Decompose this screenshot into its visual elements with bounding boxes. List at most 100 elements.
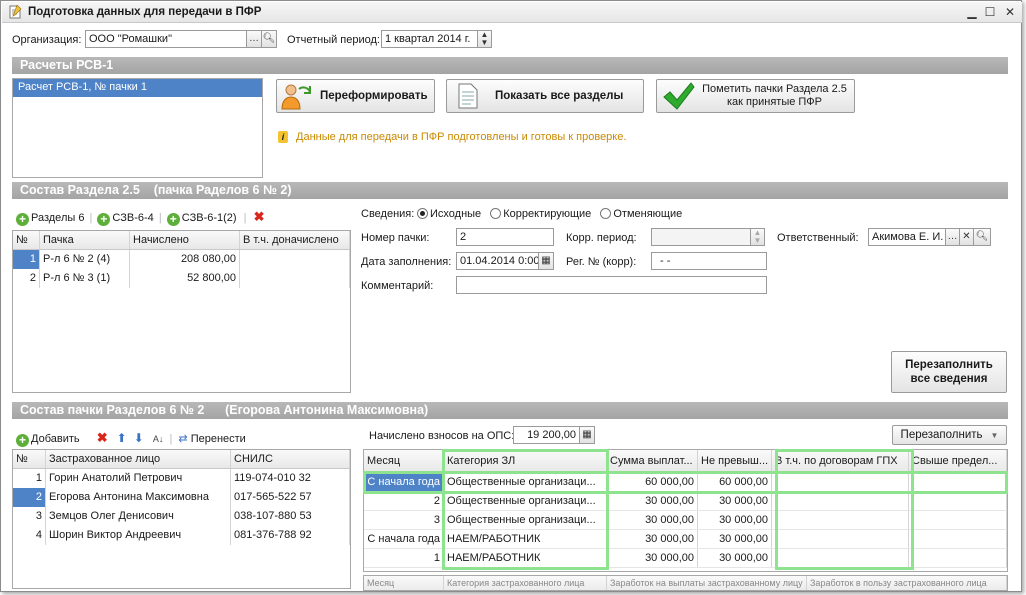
mark-accepted-button[interactable]: Пометить пачки Раздела 2.5 как принятые … <box>656 79 855 113</box>
radio-correcting[interactable]: Корректирующие <box>490 208 591 220</box>
person-row[interactable]: 4 Шорин Виктор Андреевич 081-376-788 92 <box>13 526 350 545</box>
comment-field[interactable] <box>456 276 767 294</box>
col-over[interactable]: Свыше предел... <box>909 450 1007 472</box>
szv612-button[interactable]: + СЗВ-6-1(2) <box>166 212 237 226</box>
refill-all-line2: все сведения <box>910 373 988 385</box>
person-name: Шорин Виктор Андреевич <box>46 526 231 545</box>
responsible-field[interactable]: Акимова Е. И. <box>868 228 946 246</box>
detail-nonexceeding: 30 000,00 <box>698 549 772 567</box>
add-icon: + <box>16 213 29 226</box>
date-label: Дата заполнения: <box>361 256 452 268</box>
delete-icon[interactable]: ✖ <box>254 209 265 224</box>
pack-number-label: Номер пачки: <box>361 232 430 244</box>
add-person-button[interactable]: + Добавить <box>16 433 80 447</box>
org-field[interactable]: ООО "Ромашки" <box>85 30 247 48</box>
reg-field[interactable]: - - <box>651 252 767 270</box>
transfer-button[interactable]: ⇄ Перенести <box>178 433 245 445</box>
pack-row-num: 2 <box>13 269 40 288</box>
sort-icon[interactable]: A↓ <box>153 434 164 444</box>
korr-period-field[interactable] <box>651 228 751 246</box>
pack-row-extra <box>240 250 350 269</box>
person-num: 1 <box>13 469 46 488</box>
person-num: 2 <box>13 488 46 507</box>
person-row[interactable]: 3 Земцов Олег Денисович 038-107-880 53 <box>13 507 350 526</box>
szv64-button[interactable]: + СЗВ-6-4 <box>97 212 154 226</box>
person-name: Горин Анатолий Петрович <box>46 469 231 488</box>
col-snils[interactable]: СНИЛС <box>231 450 350 468</box>
col-amount[interactable]: Начислено <box>130 231 240 249</box>
ops-calculator-icon[interactable]: ▦ <box>579 426 595 444</box>
mark-accepted-text: Пометить пачки Раздела 2.5 как принятые … <box>695 83 854 109</box>
packs-table[interactable]: № Пачка Начислено В т.ч. доначислено 1 Р… <box>12 230 351 393</box>
move-up-icon[interactable]: ⬆ <box>117 431 127 445</box>
bottom-col-earn1: Заработок на выплаты застрахованному лиц… <box>607 576 807 590</box>
sections6-label: Разделы 6 <box>31 212 85 224</box>
detail-nonexceeding: 30 000,00 <box>698 511 772 529</box>
date-field[interactable]: 01.04.2014 0:00 <box>456 252 539 270</box>
refill-all-button[interactable]: Перезаполнить все сведения <box>891 351 1007 393</box>
detail-sum: 30 000,00 <box>607 492 698 510</box>
col-month[interactable]: Месяц <box>364 450 444 472</box>
rsv-list[interactable]: Расчет РСВ-1, № пачки 1 <box>12 78 263 178</box>
ops-field[interactable]: 19 200,00 <box>513 426 580 444</box>
pack-row[interactable]: 2 Р-л 6 № 3 (1) 52 800,00 <box>13 269 350 288</box>
main-window: Подготовка данных для передачи в ПФР ▁ ☐… <box>0 0 1022 592</box>
responsible-open-icon[interactable]: 🔍︎ <box>973 228 991 246</box>
org-select-button[interactable]: … <box>246 30 262 48</box>
col-pack[interactable]: Пачка <box>40 231 130 249</box>
delete-person-icon[interactable]: ✖ <box>97 430 108 445</box>
col-extra[interactable]: В т.ч. доначислено <box>240 231 350 249</box>
comment-label: Комментарий: <box>361 280 434 292</box>
person-row[interactable]: 1 Горин Анатолий Петрович 119-074-010 32 <box>13 469 350 488</box>
close-icon[interactable]: ✕ <box>1002 5 1018 20</box>
org-label: Организация: <box>12 34 82 46</box>
radio-cancelling[interactable]: Отменяющие <box>600 208 682 220</box>
org-open-icon[interactable]: 🔍︎ <box>261 30 277 48</box>
radio-icon <box>600 208 612 219</box>
bottom-table[interactable]: Месяц Категория застрахованного лица Зар… <box>363 575 1008 591</box>
rsv-list-item[interactable]: Расчет РСВ-1, № пачки 1 <box>13 79 262 97</box>
persons-table[interactable]: № Застрахованное лицо СНИЛС 1 Горин Анато… <box>12 449 351 589</box>
move-down-icon[interactable]: ⬇ <box>134 431 144 445</box>
col-num[interactable]: № <box>13 450 46 468</box>
detail-nonexceeding: 30 000,00 <box>698 530 772 548</box>
toolbar-divider: | <box>169 433 173 445</box>
period-spinner[interactable]: ▲ ▼ <box>477 30 492 48</box>
refill-button[interactable]: Перезаполнить ▼ <box>892 425 1007 445</box>
persons-body: 1 Горин Анатолий Петрович 119-074-010 32 2 Е… <box>13 469 350 545</box>
responsible-clear-icon[interactable]: ✕ <box>959 228 974 246</box>
toolbar-divider: | <box>243 212 247 224</box>
detail-sum: 30 000,00 <box>607 549 698 567</box>
korr-period-spinner[interactable]: ▲ ▼ <box>750 228 765 246</box>
show-sections-button[interactable]: Показать все разделы <box>446 79 644 113</box>
add-icon: + <box>16 434 29 447</box>
col-sum[interactable]: Сумма выплат... <box>607 450 698 472</box>
svedeniya-label: Сведения: <box>361 208 415 220</box>
calendar-icon[interactable]: ▦ <box>538 252 554 270</box>
reg-label: Рег. № (корр): <box>566 256 637 268</box>
bottom-col-month: Месяц <box>364 576 444 590</box>
col-nonexceeding[interactable]: Не превыш... <box>698 450 772 472</box>
period-field[interactable]: 1 квартал 2014 г. <box>381 30 478 48</box>
toolbar-divider: | <box>89 212 93 224</box>
pack-number-field[interactable]: 2 <box>456 228 554 246</box>
responsible-label: Ответственный: <box>777 232 859 244</box>
sections6-button[interactable]: + Разделы 6 <box>16 212 85 226</box>
radio-cancelling-label: Отменяющие <box>613 208 683 220</box>
rsv-section-header: Расчеты РСВ-1 <box>12 57 1008 74</box>
app-icon <box>8 4 22 19</box>
radio-initial[interactable]: Исходные <box>417 208 481 220</box>
detail-sum: 30 000,00 <box>607 530 698 548</box>
pack-row[interactable]: 1 Р-л 6 № 2 (4) 208 080,00 <box>13 250 350 269</box>
reform-button[interactable]: Переформировать <box>276 79 435 113</box>
radio-icon <box>490 208 502 219</box>
pack6-toolbar: + Добавить ✖ ⬆ ⬇ A↓ | ⇄ Перенести <box>16 430 246 447</box>
person-row[interactable]: 2 Егорова Антонина Максимовна 017-565-522 … <box>13 488 350 507</box>
minimize-icon[interactable]: ▁ <box>964 5 980 20</box>
person-num: 4 <box>13 526 46 545</box>
col-person[interactable]: Застрахованное лицо <box>46 450 231 468</box>
maximize-icon[interactable]: ☐ <box>982 5 998 20</box>
col-num[interactable]: № <box>13 231 40 249</box>
responsible-select-button[interactable]: … <box>945 228 960 246</box>
info-message: Данные для передачи в ПФР подготовлены и… <box>296 131 627 143</box>
